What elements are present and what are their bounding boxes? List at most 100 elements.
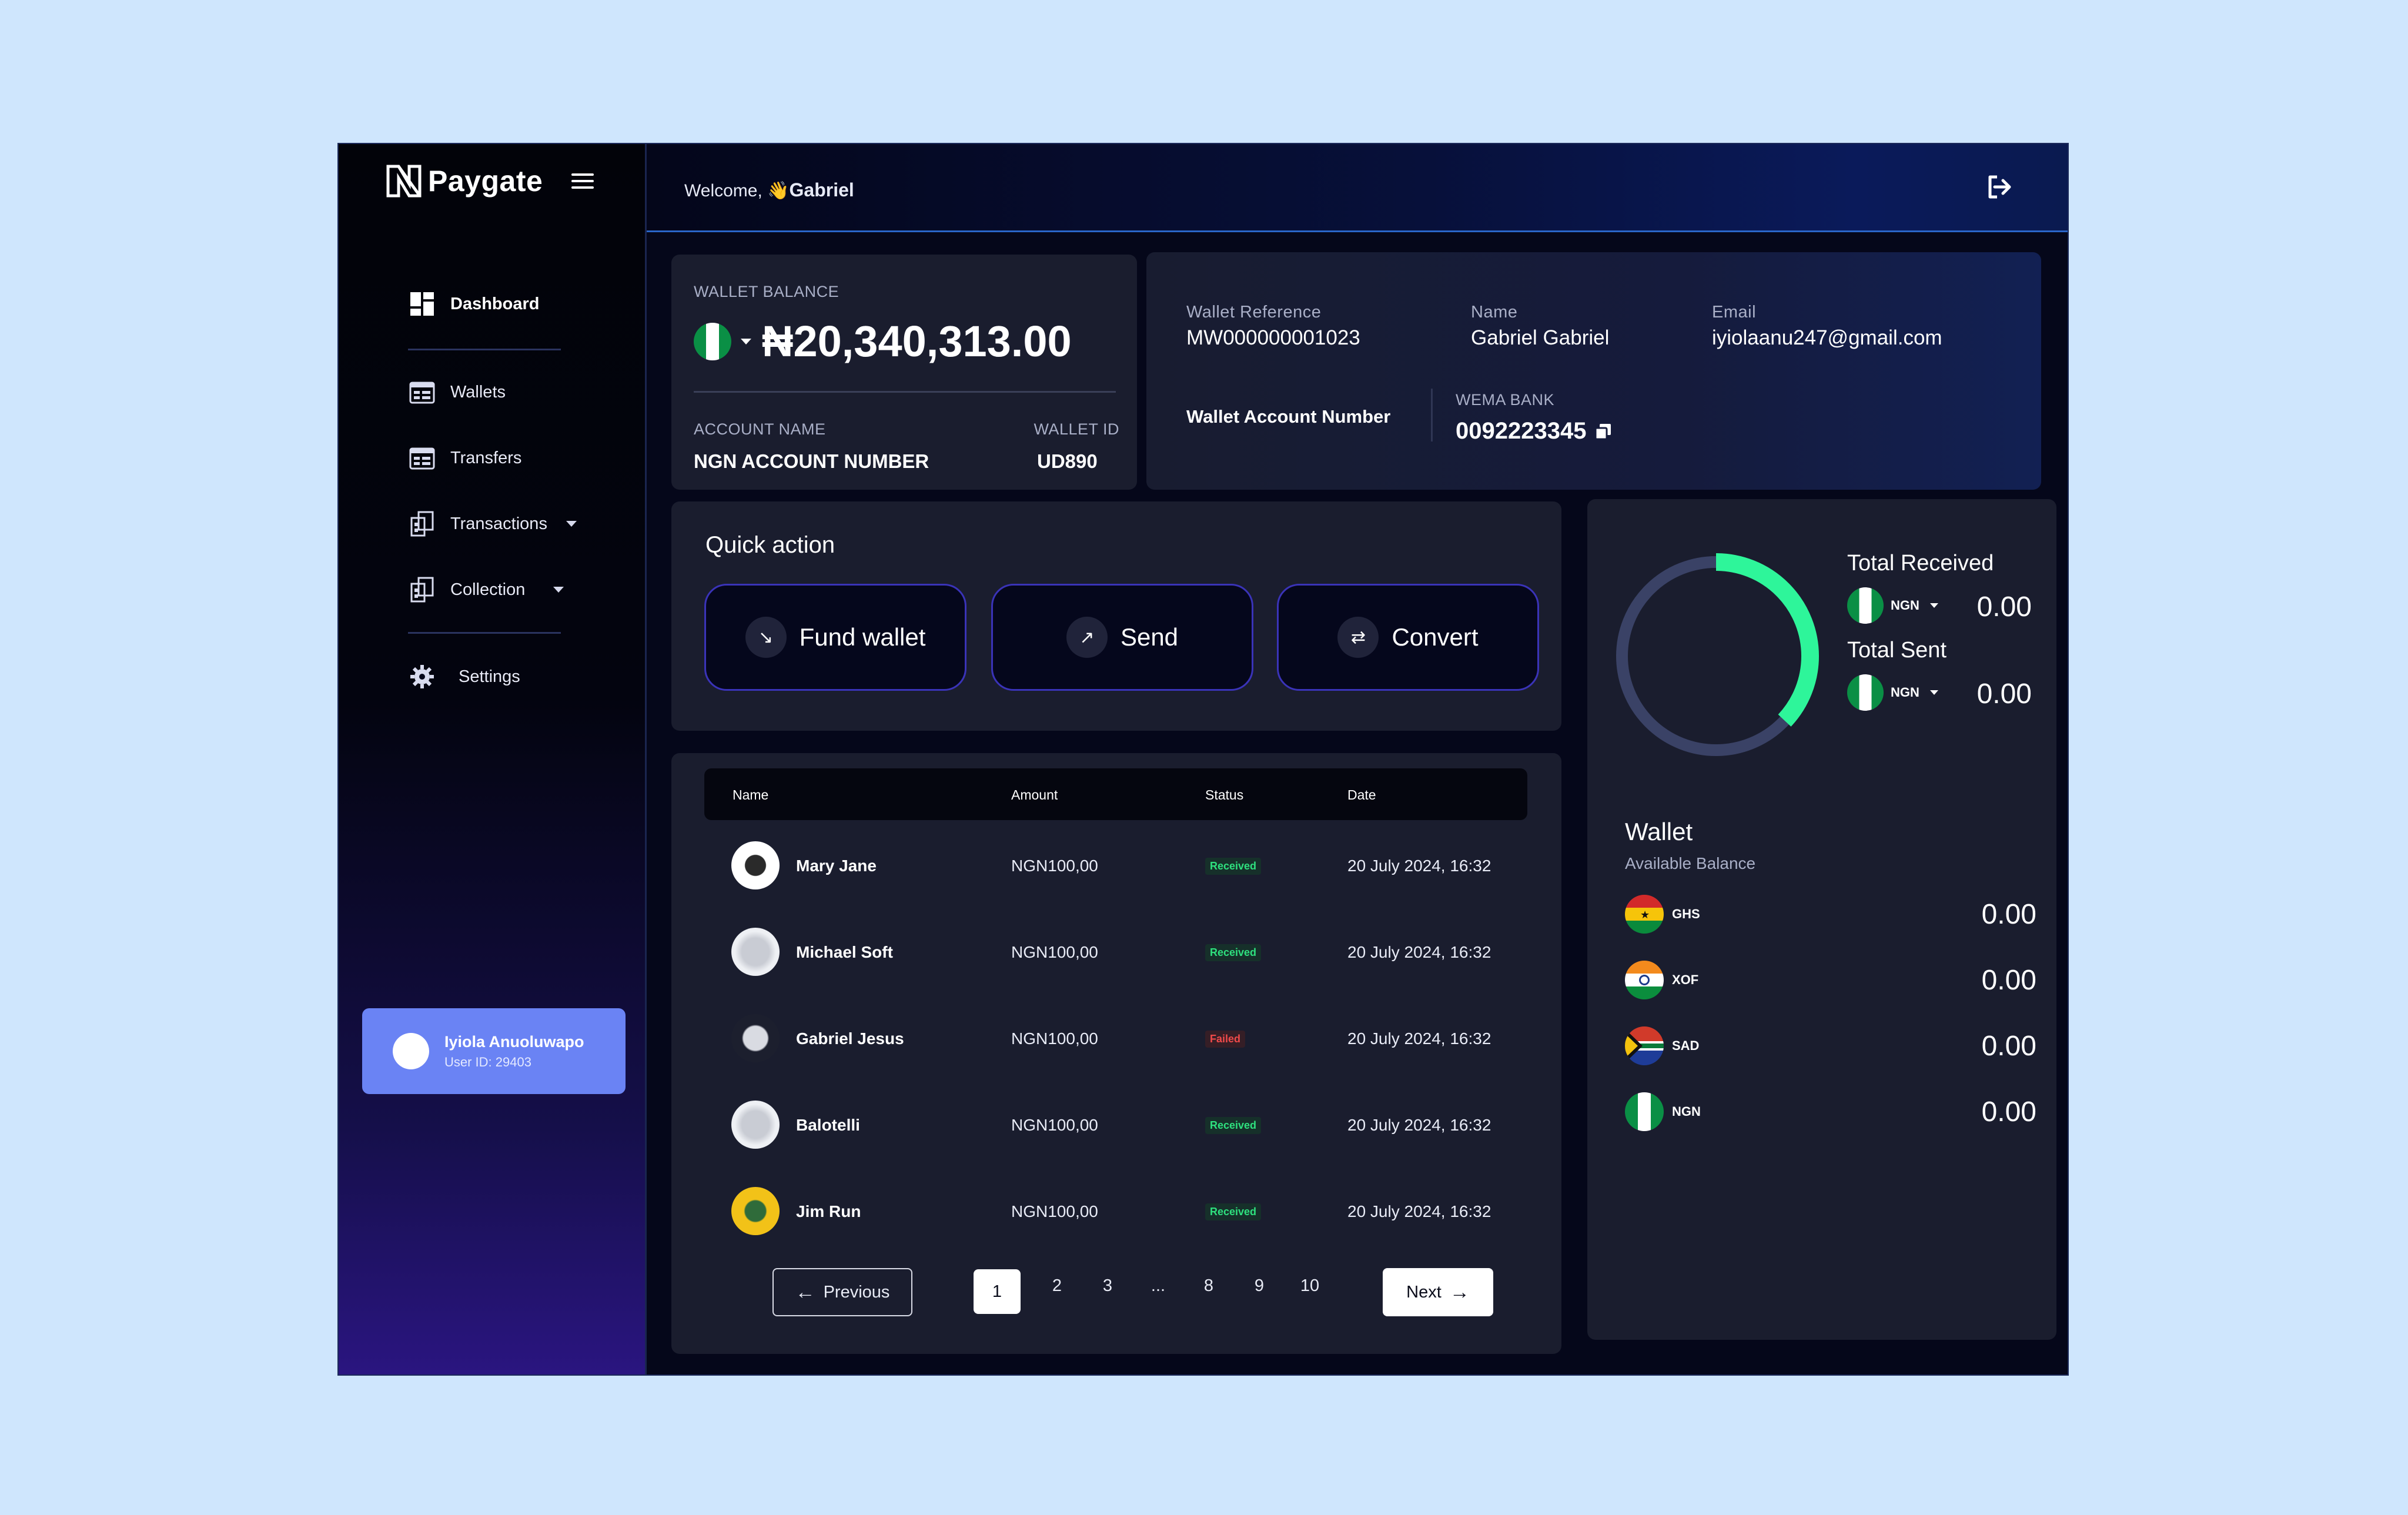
chevron-down-icon — [1929, 603, 1938, 608]
menu-toggle-icon[interactable] — [571, 173, 594, 191]
sidebar-item-label: Transfers — [450, 448, 522, 467]
status-badge: Received — [1205, 944, 1262, 961]
avatar — [731, 1014, 780, 1062]
table-header: Name Amount Status Date — [704, 768, 1527, 820]
sidebar-item-wallets[interactable]: Wallets — [409, 379, 506, 405]
ghana-flag-icon: ★ — [1625, 895, 1664, 934]
total-sent-label: Total Sent — [1847, 638, 1947, 663]
wallet-currency-row-ghs[interactable]: ★ GHS 0.00 — [1625, 891, 2036, 938]
status-badge: Received — [1205, 1117, 1262, 1134]
avatar — [731, 928, 780, 976]
wallet-icon — [409, 382, 435, 404]
row-name: Jim Run — [796, 1202, 861, 1220]
page-button-3[interactable]: 3 — [1091, 1276, 1124, 1296]
nigeria-flag-icon — [1625, 1092, 1664, 1131]
transfer-icon — [409, 447, 435, 470]
avatar — [731, 1187, 780, 1235]
currency-amount: 0.00 — [1981, 964, 2036, 996]
convert-icon: ⇄ — [1337, 617, 1379, 658]
row-name: Mary Jane — [796, 857, 877, 875]
nigeria-flag-icon — [1847, 587, 1884, 624]
status-badge: Received — [1205, 858, 1262, 875]
row-amount: NGN100,00 — [1011, 857, 1098, 875]
table-row[interactable]: Gabriel Jesus NGN100,00 Failed 20 July 2… — [704, 1008, 1527, 1067]
previous-page-button[interactable]: ← Previous — [772, 1268, 912, 1316]
logout-icon[interactable] — [1984, 172, 2014, 202]
avatar — [393, 1033, 429, 1069]
table-row[interactable]: Balotelli NGN100,00 Received 20 July 202… — [704, 1095, 1527, 1153]
chevron-down-icon — [566, 521, 577, 527]
send-button[interactable]: ↗ Send — [991, 584, 1253, 691]
wallet-title: Wallet — [1625, 818, 1693, 845]
user-profile-card[interactable]: Iyiola Anuoluwapo User ID: 29403 — [362, 1008, 626, 1094]
wallet-subtitle: Available Balance — [1625, 854, 1756, 872]
sidebar-item-label: Wallets — [450, 382, 506, 402]
wave-emoji: 👋 — [767, 181, 790, 200]
collection-icon — [410, 577, 434, 603]
wallet-id-value: UD890 — [1037, 450, 1098, 472]
account-number-value: 0092223345 — [1456, 418, 1587, 444]
south-africa-flag-icon — [1625, 1026, 1664, 1065]
total-sent-value: 0.00 — [1976, 678, 2032, 710]
page-button-2[interactable]: 2 — [1041, 1276, 1073, 1296]
sidebar-item-label: Dashboard — [450, 294, 540, 313]
total-sent-currency-select[interactable]: NGN — [1847, 674, 1938, 711]
wallet-currency-row-xof[interactable]: XOF 0.00 — [1625, 957, 2036, 1004]
wallet-currency-row-ngn[interactable]: NGN 0.00 — [1625, 1088, 2036, 1135]
table-row[interactable]: Michael Soft NGN100,00 Received 20 July … — [704, 922, 1527, 981]
nigeria-flag-icon[interactable] — [694, 322, 731, 360]
table-row[interactable]: Mary Jane NGN100,00 Received 20 July 202… — [704, 835, 1527, 894]
top-header: Welcome, 👋Gabriel 5 — [647, 144, 2068, 232]
sidebar-item-transfers[interactable]: Transfers — [409, 445, 521, 471]
total-received-currency-select[interactable]: NGN — [1847, 587, 1938, 624]
total-received-label: Total Received — [1847, 551, 1994, 576]
wallet-reference-value: MW000000001023 — [1186, 326, 1360, 349]
row-date: 20 July 2024, 16:32 — [1347, 857, 1491, 875]
copy-icon[interactable] — [1594, 423, 1612, 440]
xof-flag-icon — [1625, 961, 1664, 999]
paygate-logo-icon — [386, 165, 422, 198]
previous-label: Previous — [823, 1282, 890, 1302]
page-button-1[interactable]: 1 — [974, 1269, 1021, 1314]
welcome-user-name: Gabriel — [789, 179, 854, 200]
wallet-currency-row-sad[interactable]: SAD 0.00 — [1625, 1022, 2036, 1069]
next-label: Next — [1406, 1282, 1442, 1302]
logo[interactable]: Paygate — [386, 163, 543, 199]
currency-amount: 0.00 — [1981, 1030, 2036, 1062]
chevron-down-icon[interactable] — [741, 338, 751, 345]
page-button-10[interactable]: 10 — [1293, 1276, 1326, 1296]
wallet-balance-card: WALLET BALANCE ₦20,340,313.00 ACCOUNT NA… — [671, 255, 1137, 490]
table-row[interactable]: Jim Run NGN100,00 Received 20 July 2024,… — [704, 1181, 1527, 1240]
sidebar-item-transactions[interactable]: Transactions — [409, 511, 577, 537]
sidebar: Paygate Dashboard Wallets Transfers Tran… — [339, 144, 647, 1374]
sidebar-item-dashboard[interactable]: Dashboard — [409, 291, 539, 317]
name-label: Name — [1471, 303, 1518, 322]
page-button-9[interactable]: 9 — [1243, 1276, 1276, 1296]
account-info-card: Wallet Reference MW000000001023 Name Gab… — [1146, 252, 2041, 490]
chevron-down-icon — [1929, 690, 1938, 695]
welcome-text: Welcome, — [684, 181, 768, 200]
sidebar-item-settings[interactable]: Settings — [409, 664, 520, 690]
gear-icon — [410, 665, 434, 688]
convert-button[interactable]: ⇄ Convert — [1277, 584, 1539, 691]
divider — [694, 391, 1116, 393]
row-date: 20 July 2024, 16:32 — [1347, 1202, 1491, 1220]
user-name: Iyiola Anuoluwapo — [444, 1032, 584, 1051]
row-amount: NGN100,00 — [1011, 1029, 1098, 1048]
totals-donut-chart — [1613, 553, 1819, 759]
fund-wallet-button[interactable]: ↘ Fund wallet — [704, 584, 966, 691]
account-number-row: 0092223345 — [1456, 418, 1612, 444]
brand-name: Paygate — [428, 165, 543, 198]
wallet-reference-label: Wallet Reference — [1186, 303, 1322, 322]
wallet-account-number-label: Wallet Account Number — [1186, 406, 1391, 427]
column-header-amount: Amount — [1011, 787, 1058, 802]
currency-code: SAD — [1672, 1038, 1700, 1053]
row-amount: NGN100,00 — [1011, 943, 1098, 961]
page-button-8[interactable]: 8 — [1192, 1276, 1225, 1296]
sent-currency: NGN — [1891, 685, 1919, 700]
next-page-button[interactable]: Next → — [1383, 1268, 1493, 1316]
email-value: iyiolaanu247@gmail.com — [1712, 326, 1942, 349]
sidebar-item-label: Settings — [459, 667, 520, 686]
app-window: Paygate Dashboard Wallets Transfers Tran… — [337, 143, 2069, 1376]
sidebar-item-collection[interactable]: Collection — [409, 577, 564, 603]
